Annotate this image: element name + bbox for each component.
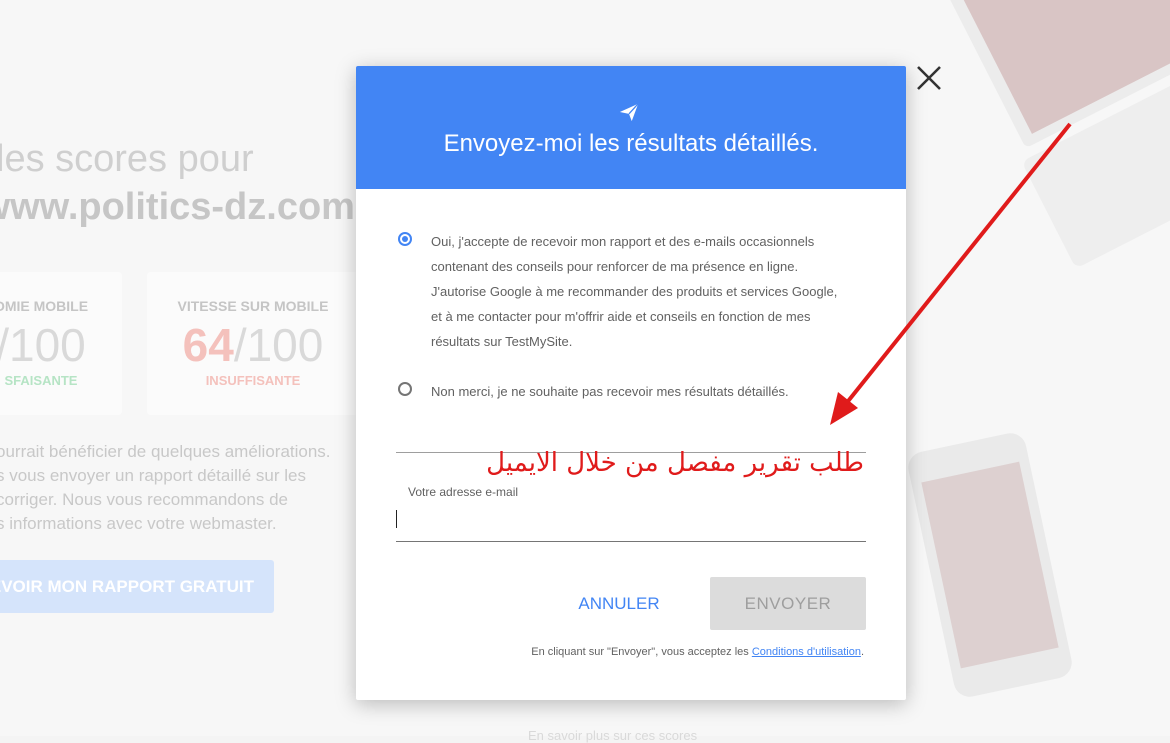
get-free-report-button[interactable]: EVOIR MON RAPPORT GRATUIT (0, 560, 274, 613)
score-card-status: INSUFFISANTE (205, 373, 301, 388)
text-caret (396, 510, 397, 528)
dialog-header: Envoyez-moi les résultats détaillés. (356, 66, 906, 189)
email-input[interactable] (396, 506, 866, 538)
email-report-dialog: Envoyez-moi les résultats détaillés. Oui… (356, 66, 906, 700)
terms-notice: En cliquant sur "Envoyer", vous acceptez… (531, 646, 864, 658)
email-field[interactable]: Votre adresse e-mail (396, 484, 866, 542)
send-button[interactable]: ENVOYER (710, 577, 866, 630)
score-card-mobile-speed: VITESSE SUR MOBILE 64/100 INSUFFISANTE (147, 272, 359, 415)
score-card-value: /100 (0, 319, 86, 371)
terms-of-service-link[interactable]: Conditions d'utilisation (752, 646, 861, 658)
score-card-status: SFAISANTE (4, 373, 78, 388)
consent-no-radio[interactable] (398, 382, 412, 396)
laptop-mockup-image (935, 0, 1170, 269)
consent-yes-radio[interactable] (398, 232, 412, 246)
close-icon[interactable] (915, 64, 943, 92)
email-field-label: Votre adresse e-mail (408, 485, 519, 499)
results-heading-url: /www.politics-dz.com (0, 186, 355, 228)
dialog-title: Envoyez-moi les résultats détaillés. (443, 130, 819, 157)
results-summary-paragraph: ourrait bénéficier de quelques améliorat… (0, 442, 331, 533)
score-card-mobile-friendliness: OMIE MOBILE /100 SFAISANTE (0, 272, 122, 415)
consent-yes-label: Oui, j'accepte de recevoir mon rapport e… (431, 234, 838, 349)
cancel-button[interactable]: ANNULER (564, 577, 674, 630)
score-card-label: OMIE MOBILE (0, 298, 89, 314)
score-card-value: 64/100 (182, 319, 324, 371)
annotation-text: طلب تقرير مفصل من خلال الايميل (486, 448, 864, 478)
email-underline (396, 541, 866, 542)
consent-no-label: Non merci, je ne souhaite pas recevoir m… (431, 384, 789, 399)
score-card-label: VITESSE SUR MOBILE (177, 298, 329, 314)
send-icon (619, 103, 639, 122)
phone-mockup-image (905, 430, 1075, 700)
results-heading-line1: les scores pour (0, 138, 254, 180)
